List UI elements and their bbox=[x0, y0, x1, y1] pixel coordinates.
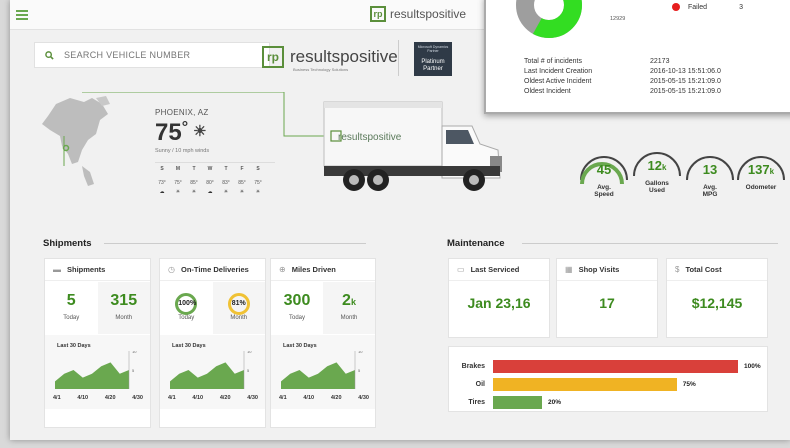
search-icon bbox=[45, 50, 54, 60]
sparkline-y-tick: 5 bbox=[358, 368, 361, 373]
percent-ring: 100% bbox=[175, 293, 198, 315]
vehicle-gauges: 45 Avg. Speed 12k Gallons Used 13 Avg. MPG … bbox=[578, 150, 790, 210]
weather-widget: PHOENIX, AZ 75 ° ☀ Sunny / 10 mph winds S… bbox=[155, 108, 275, 195]
card-total-cost[interactable]: $ Total Cost $12,145 bbox=[666, 258, 768, 338]
truck-icon: ▬ bbox=[53, 265, 61, 274]
sparkline-panel: Last 30 Days 10 5 4/1 4/10 4/20 4/30 bbox=[271, 335, 375, 409]
weather-icon: ☀ bbox=[191, 189, 197, 195]
sparkline-chart: 10 5 bbox=[281, 351, 363, 389]
sparkline-chart: 10 5 bbox=[170, 351, 252, 389]
donut-legend: Failed 3 bbox=[672, 3, 743, 11]
stat-month: 2k Month bbox=[323, 282, 375, 334]
temperature: 75 ° ☀ bbox=[155, 119, 207, 146]
forecast-day: T 83° ☀ bbox=[219, 166, 233, 195]
forecast-day: M 75° ☀ bbox=[171, 166, 185, 195]
forecast-day: S 73° ☁ bbox=[155, 166, 169, 195]
table-row: Total # of incidents 22173 bbox=[524, 57, 670, 65]
bar-row-oil[interactable]: Oil 75% bbox=[449, 377, 696, 391]
stat-month: 81% Month bbox=[212, 282, 265, 334]
section-title-maintenance: Maintenance bbox=[447, 238, 505, 249]
gauge-arcs bbox=[580, 152, 785, 185]
forecast-day: S 75° ☀ bbox=[251, 166, 265, 195]
sparkline-y-tick: 5 bbox=[247, 368, 250, 373]
card-last-serviced[interactable]: ▭ Last Serviced Jan 23,16 bbox=[448, 258, 550, 338]
divider bbox=[398, 40, 399, 76]
weather-icon: ☀ bbox=[255, 189, 261, 195]
sparkline-area bbox=[55, 362, 129, 389]
sparkline-area bbox=[281, 362, 355, 389]
logo-icon: rp bbox=[262, 46, 284, 68]
sparkline-panel: Last 30 Days 10 5 4/1 4/10 4/20 4/30 bbox=[45, 335, 150, 409]
forecast-day: W 80° ☁ bbox=[203, 166, 217, 195]
percent-ring: 81% bbox=[227, 293, 250, 315]
stat-today: 100% Today bbox=[160, 282, 213, 334]
search-input[interactable] bbox=[64, 50, 254, 60]
calendar-icon: ▭ bbox=[457, 265, 465, 274]
card-miles-driven[interactable]: ⊕ Miles Driven 300 Today 2k Month Last 30 D… bbox=[270, 258, 376, 428]
partner-badge: Microsoft Dynamics Partner Platinum Part… bbox=[414, 42, 452, 76]
shop-icon: ▦ bbox=[565, 265, 573, 274]
sparkline-x-ticks: 4/1 4/10 4/20 4/30 bbox=[168, 395, 258, 401]
weather-icon: ☀ bbox=[175, 189, 181, 195]
sparkline-y-tick: 10 bbox=[132, 351, 137, 354]
sparkline-area bbox=[170, 362, 244, 389]
header-logo[interactable]: rp resultspositive bbox=[370, 6, 466, 22]
vehicle-search[interactable] bbox=[34, 42, 270, 68]
sparkline-y-tick: 5 bbox=[132, 368, 135, 373]
weather-icon: ☁ bbox=[207, 189, 213, 195]
card-on-time-deliveries[interactable]: ◷ On-Time Deliveries 100% Today 81% Month L… bbox=[159, 258, 266, 428]
table-row: Oldest Active Incident 2015-05-15 15:21:0… bbox=[524, 77, 721, 85]
maintenance-bars: Brakes 100% Oil 75% Tires 20% bbox=[448, 346, 768, 412]
table-row: Last Incident Creation 2016-10-13 15:51:0… bbox=[524, 67, 721, 75]
weather-icon: ☀ bbox=[239, 189, 245, 195]
sparkline-x-ticks: 4/1 4/10 4/20 4/30 bbox=[53, 395, 143, 401]
hamburger-menu-icon[interactable] bbox=[16, 10, 28, 20]
divider bbox=[522, 243, 778, 244]
sun-icon: ☀ bbox=[193, 123, 207, 140]
clock-icon: ◷ bbox=[168, 265, 175, 274]
progress-bar bbox=[493, 359, 738, 373]
section-title-shipments: Shipments bbox=[43, 238, 92, 249]
sparkline-x-ticks: 4/1 4/10 4/20 4/30 bbox=[279, 395, 369, 401]
weekly-forecast: S 73° ☁ M 75° ☀ T 85° ☀ W 80° ☁ T 83° ☀ F 85° ☀ S 75°… bbox=[155, 162, 275, 195]
card-shop-visits[interactable]: ▦ Shop Visits 17 bbox=[556, 258, 658, 338]
bar-row-tires[interactable]: Tires 20% bbox=[449, 395, 561, 409]
incident-popup: 12929 Failed 3 Total # of incidents 22173… bbox=[484, 0, 790, 114]
incident-donut-chart[interactable] bbox=[516, 0, 582, 38]
sparkline-y-tick: 10 bbox=[247, 351, 252, 354]
sparkline-chart: 10 5 bbox=[55, 351, 137, 389]
progress-bar bbox=[493, 377, 677, 391]
stat-today: 5 Today bbox=[63, 292, 80, 321]
brand-logo: rp resultspositive Business Technology S… bbox=[262, 46, 398, 72]
stat-month: 315 Month bbox=[97, 282, 150, 334]
progress-bar bbox=[493, 395, 542, 409]
bar-row-brakes[interactable]: Brakes 100% bbox=[449, 359, 761, 373]
forecast-day: T 85° ☀ bbox=[187, 166, 201, 195]
card-shipments[interactable]: ▬ Shipments 5 Today 315 Month Last 30 Days … bbox=[44, 258, 151, 428]
sparkline-panel: Last 30 Days 10 5 4/1 4/10 4/20 4/30 bbox=[160, 335, 265, 409]
legend-dot bbox=[672, 3, 680, 11]
dollar-icon: $ bbox=[675, 265, 680, 274]
table-row: Oldest Incident 2015-05-15 15:21:09.0 bbox=[524, 87, 721, 95]
forecast-day: F 85° ☀ bbox=[235, 166, 249, 195]
truck-brand: resultspositive bbox=[338, 132, 402, 143]
incident-summary-table: Total # of incidents 22173 Last Incident … bbox=[524, 56, 721, 96]
divider bbox=[104, 243, 366, 244]
sparkline-y-tick: 10 bbox=[358, 351, 363, 354]
logo-icon: rp bbox=[370, 6, 386, 22]
plus-circle-icon: ⊕ bbox=[279, 265, 286, 274]
stat-today: 300 Today bbox=[283, 292, 311, 321]
dashboard-page: rp resultspositive rp resultspositive Bu… bbox=[10, 0, 790, 440]
weather-icon: ☀ bbox=[223, 189, 229, 195]
weather-icon: ☁ bbox=[159, 189, 165, 195]
